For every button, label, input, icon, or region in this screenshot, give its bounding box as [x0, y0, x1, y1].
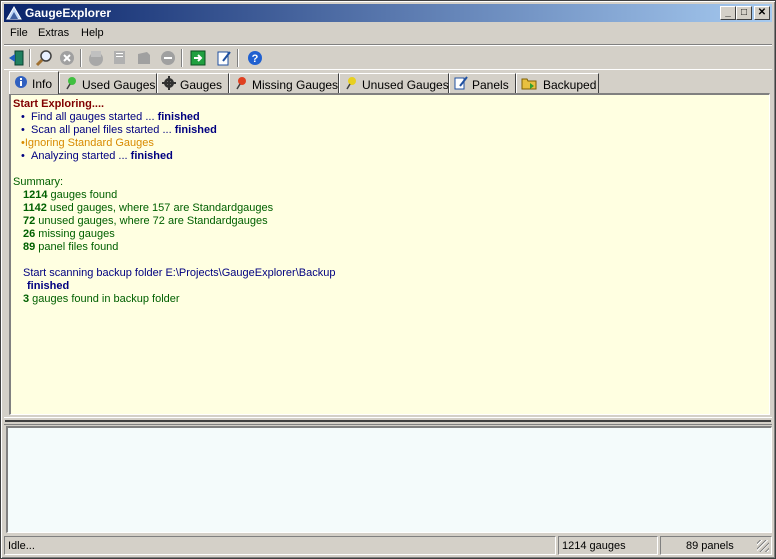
- tab-missing-gauges[interactable]: Missing Gauges: [229, 73, 339, 93]
- tab-info[interactable]: Info: [9, 71, 59, 94]
- maximize-button[interactable]: □: [736, 6, 752, 20]
- status-state-panel: Idle...: [4, 536, 556, 555]
- gauge-icon[interactable]: [86, 48, 106, 68]
- remove-icon[interactable]: [158, 48, 178, 68]
- tab-panels[interactable]: Panels: [449, 73, 516, 93]
- backup-finished: finished: [27, 280, 70, 292]
- close-button[interactable]: ✕: [754, 6, 770, 20]
- app-window: GaugeExplorer _ □ ✕ File Extras Help ? I…: [0, 0, 776, 559]
- app-logo-icon: [6, 5, 22, 21]
- tab-used-gauges[interactable]: Used Gauges: [59, 73, 157, 93]
- yellow-pin-icon: [344, 76, 358, 90]
- tab-unused-gauges[interactable]: Unused Gauges: [339, 73, 449, 93]
- backup-icon[interactable]: [134, 48, 154, 68]
- green-pin-icon: [64, 76, 78, 90]
- menu-help[interactable]: Help: [81, 27, 104, 39]
- panel-icon[interactable]: [110, 48, 130, 68]
- status-gauges-panel: 1214 gauges: [558, 536, 658, 555]
- export-icon[interactable]: [188, 48, 208, 68]
- title-bar[interactable]: GaugeExplorer _ □ ✕: [4, 4, 772, 22]
- toolbar: ?: [4, 44, 772, 70]
- log-step: • Scan all panel files started ... finish…: [21, 124, 217, 136]
- splitter-line: [5, 420, 771, 422]
- tab-backuped[interactable]: Backuped: [516, 73, 599, 93]
- log-step: • Analyzing started ... finished: [21, 150, 173, 162]
- menu-bar: File Extras Help: [4, 24, 772, 42]
- status-panels-panel: 89 panels: [660, 536, 772, 555]
- stop-icon[interactable]: [57, 48, 77, 68]
- red-pin-icon: [234, 76, 248, 90]
- log-heading: Start Exploring....: [13, 98, 105, 110]
- summary-line: 1142 used gauges, where 157 are Standard…: [23, 202, 274, 214]
- summary-line: 26 missing gauges: [23, 228, 115, 240]
- status-state: Idle...: [8, 540, 35, 552]
- log-step: • Find all gauges started ... finished: [21, 111, 200, 123]
- window-title: GaugeExplorer: [25, 6, 112, 20]
- summary-line: 89 panel files found: [23, 241, 119, 253]
- tab-gauges[interactable]: Gauges: [157, 73, 229, 93]
- status-gauges: 1214 gauges: [562, 540, 626, 552]
- info-icon: [14, 75, 28, 89]
- summary-line: 1214 gauges found: [23, 189, 118, 201]
- status-panels: 89 panels: [686, 540, 734, 552]
- minimize-button[interactable]: _: [720, 6, 736, 20]
- status-bar: Idle... 1214 gauges 89 panels: [4, 536, 772, 556]
- menu-extras[interactable]: Extras: [38, 27, 69, 39]
- summary-label: Summary:: [13, 176, 64, 188]
- detail-panel[interactable]: [6, 426, 772, 533]
- backup-scan-line: Start scanning backup folder E:\Projects…: [23, 267, 336, 279]
- gear-icon: [162, 76, 176, 90]
- svg-text:?: ?: [252, 53, 259, 65]
- backup-count-line: 3 gauges found in backup folder: [23, 293, 180, 305]
- resize-grip[interactable]: [757, 540, 769, 552]
- folder-icon: [521, 76, 537, 90]
- search-icon[interactable]: [34, 48, 54, 68]
- info-log-panel[interactable]: Start Exploring.... • Find all gauges sta…: [9, 93, 770, 415]
- summary-line: 72 unused gauges, where 72 are Standardg…: [23, 215, 268, 227]
- exit-icon[interactable]: [6, 48, 26, 68]
- pencil-icon: [454, 76, 468, 90]
- tab-strip: Info Used Gauges Gauges Missing Gauges U…: [9, 71, 769, 94]
- help-icon[interactable]: ?: [245, 48, 265, 68]
- edit-icon[interactable]: [214, 48, 234, 68]
- menu-file[interactable]: File: [10, 27, 28, 39]
- log-step: •Ignoring Standard Gauges: [21, 137, 154, 149]
